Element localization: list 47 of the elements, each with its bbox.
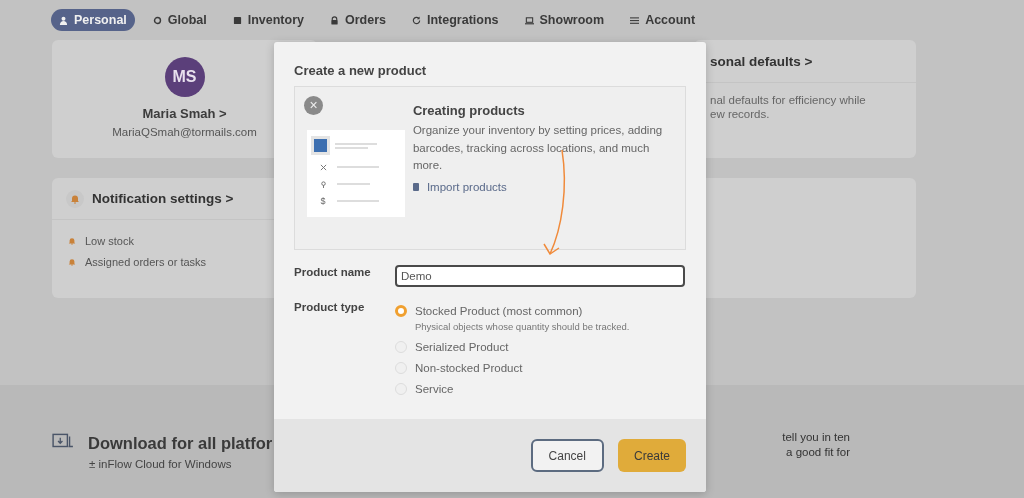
nav-tab[interactable]: Integrations: [404, 9, 507, 31]
option-label[interactable]: Stocked Product (most common): [415, 304, 583, 317]
laptop-icon: [524, 15, 534, 25]
file-icon: [412, 180, 419, 193]
nav-tab[interactable]: Orders: [322, 9, 394, 31]
body-text: a good fit for: [785, 445, 850, 460]
info-text: Organize your inventory by setting prices, adding barcodes, tracking across locations, and much more.: [412, 123, 664, 173]
description-text: nal defaults for efficiency while: [710, 93, 867, 107]
radio-button[interactable]: [395, 304, 407, 317]
bell-icon: [66, 189, 84, 208]
cancel-button[interactable]: Cancel: [530, 439, 604, 472]
nav-tab[interactable]: Showroom: [516, 9, 613, 31]
option-description: Physical objects whose quantity should be tracked.: [415, 321, 630, 334]
profile-name-link[interactable]: Maria Smah >: [142, 106, 227, 121]
bell-icon: [68, 257, 76, 266]
dialog-title: Create a new product: [293, 62, 428, 80]
square-icon: [232, 15, 242, 25]
pin-icon: [319, 180, 327, 188]
notification-settings-link[interactable]: Notification settings >: [92, 191, 234, 206]
bell-icon: [68, 236, 76, 245]
nav-tab[interactable]: Inventory: [224, 9, 312, 31]
notification-item: Assigned orders or tasks: [85, 255, 207, 268]
nav-tab[interactable]: Account: [622, 9, 704, 31]
option-label[interactable]: Service: [415, 382, 454, 395]
personal-defaults-link[interactable]: sonal defaults >: [710, 53, 813, 69]
option-label[interactable]: Non-stocked Product: [415, 361, 523, 374]
dollar-sign: $: [319, 196, 327, 206]
product-name-field[interactable]: Demo: [395, 265, 685, 287]
email-text: MariaQSmah@tormails.com: [112, 126, 257, 138]
lock-icon: [330, 15, 339, 25]
person-icon: [59, 15, 68, 25]
option-label[interactable]: Serialized Product: [415, 340, 509, 353]
nav-tab[interactable]: Global: [144, 9, 215, 31]
info-heading: Creating products: [412, 103, 526, 118]
field-label: Product type: [294, 300, 366, 313]
calendar-icon: [311, 136, 330, 155]
refresh-icon: [412, 15, 421, 25]
nav-tab[interactable]: Personal: [51, 9, 135, 31]
field-label: Product name: [294, 265, 372, 278]
download-title: Download for all platfor: [88, 433, 273, 453]
notification-item: Low stock: [85, 234, 134, 247]
body-text: tell you in ten: [782, 430, 850, 445]
avatar: MS: [164, 57, 205, 97]
description-text: ew records.: [710, 107, 771, 121]
download-link[interactable]: ± inFlow Cloud for Windows: [89, 458, 273, 470]
import-products-link[interactable]: Import products: [412, 180, 675, 193]
create-button[interactable]: Create: [617, 439, 686, 472]
